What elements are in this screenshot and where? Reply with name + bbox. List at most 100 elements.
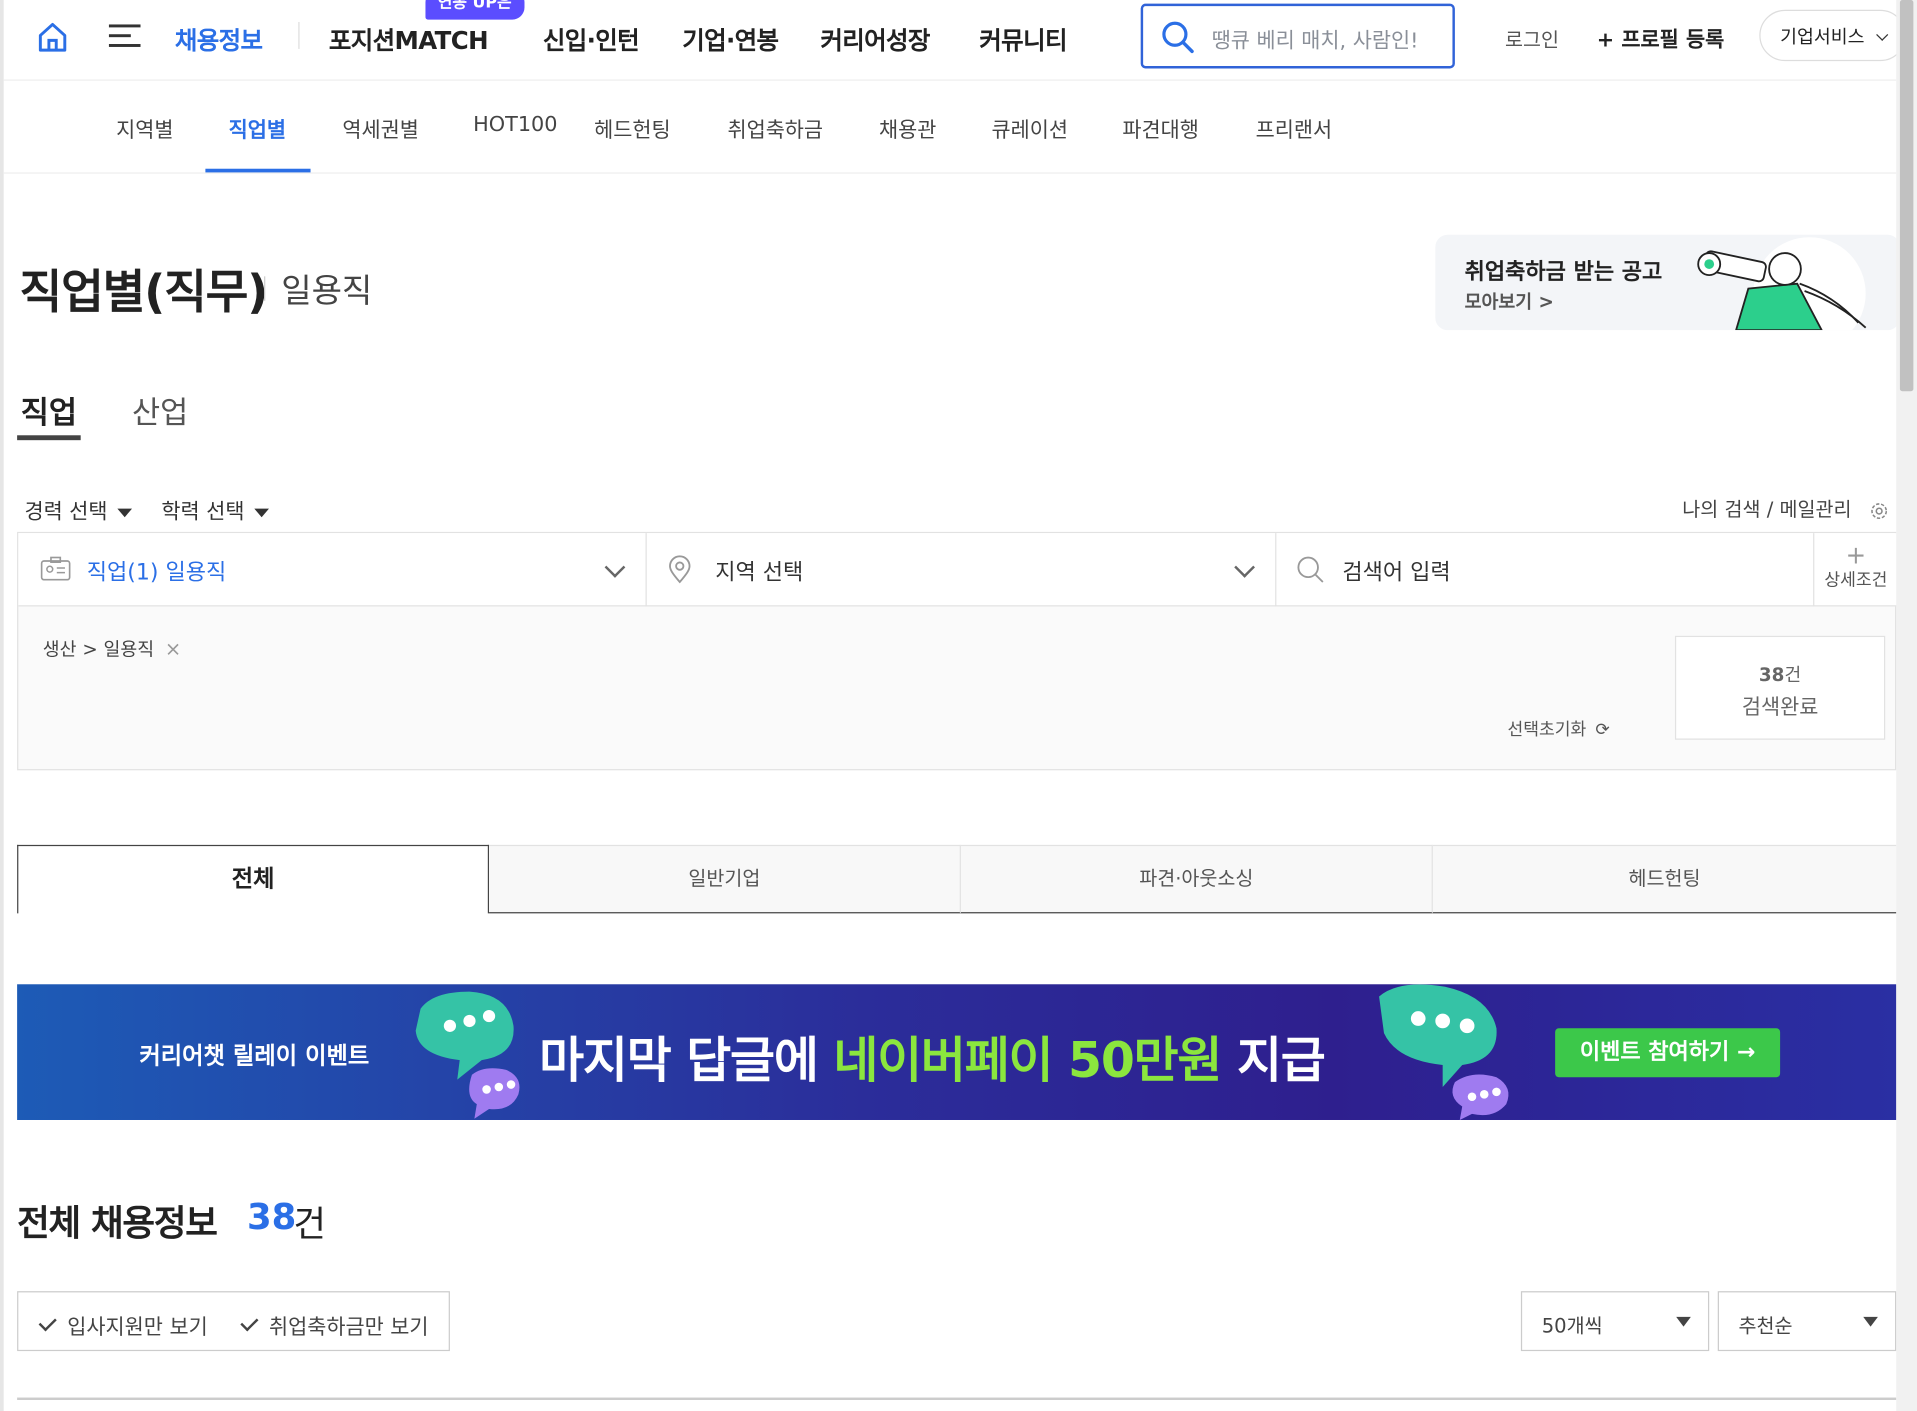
- tab-headhunting[interactable]: 헤드헌팅: [1432, 844, 1897, 914]
- global-search[interactable]: 땡큐 베리 매치, 사람인!: [1140, 3, 1455, 69]
- check-icon: [240, 1313, 259, 1332]
- salary-up-badge: 연봉 UP은: [425, 0, 524, 20]
- chevron-down-icon: [1875, 28, 1888, 41]
- scrollbar-thumb[interactable]: [1899, 0, 1914, 392]
- keyword-input[interactable]: 검색어 입력: [1276, 533, 1815, 607]
- home-icon[interactable]: [35, 20, 69, 54]
- active-tab-underline: [205, 168, 311, 173]
- result-count-unit: 건: [1784, 663, 1802, 686]
- chat-bubble-icon: [415, 991, 520, 1119]
- vertical-scrollbar[interactable]: [1896, 0, 1917, 1411]
- business-service-button[interactable]: 기업서비스: [1759, 9, 1907, 62]
- celebration-bonus-promo[interactable]: 취업축하금 받는 공고 모아보기 >: [1435, 234, 1900, 331]
- chevron-down-icon: [604, 556, 626, 578]
- event-banner[interactable]: 커리어챗 릴레이 이벤트 마지막 답글에 네이버페이 50만원 지급 이벤트 참…: [17, 984, 1897, 1120]
- banner-headline-a: 마지막 답글에: [539, 1033, 834, 1090]
- nav-company-salary[interactable]: 기업·연봉: [682, 21, 779, 56]
- selected-chip[interactable]: 생산 > 일용직 ×: [43, 636, 182, 662]
- reset-label: 선택초기화: [1507, 720, 1587, 740]
- banner-headline-c: 지급: [1221, 1033, 1326, 1090]
- region-select[interactable]: 지역 선택: [647, 533, 1277, 607]
- hamburger-menu-icon[interactable]: [108, 22, 141, 49]
- selected-chip-label: 생산 > 일용직: [42, 638, 155, 661]
- detail-conditions-button[interactable]: + 상세조건: [1816, 543, 1897, 592]
- plus-icon: +: [1845, 540, 1867, 570]
- job-card-icon: [40, 556, 71, 581]
- bonus-only-checkbox[interactable]: 취업축하금만 보기: [240, 1310, 429, 1341]
- bonus-only-label: 취업축하금만 보기: [268, 1315, 429, 1341]
- tab-dispatch-outsourcing[interactable]: 파견·아웃소싱: [960, 844, 1433, 914]
- my-search-mail-link[interactable]: 나의 검색 / 메일관리: [1682, 493, 1889, 522]
- keyword-placeholder: 검색어 입력: [1342, 559, 1451, 586]
- per-page-select[interactable]: 50개씩: [1520, 1291, 1710, 1352]
- caret-down-icon: [254, 508, 269, 517]
- login-link[interactable]: 로그인: [1505, 23, 1559, 52]
- career-filter[interactable]: 경력 선택: [24, 494, 133, 525]
- promo-link[interactable]: 모아보기 >: [1465, 289, 1554, 315]
- caret-down-icon: [1863, 1316, 1878, 1327]
- nav-community[interactable]: 커뮤니티: [979, 21, 1067, 56]
- profile-register-link[interactable]: + 프로필 등록: [1597, 22, 1724, 52]
- list-divider: [17, 1397, 1897, 1400]
- sort-select[interactable]: 추천순: [1717, 1291, 1897, 1352]
- search-criteria-row: 직업(1) 일용직 지역 선택 검색어 입력 + 상세조건: [18, 533, 1898, 607]
- nav-newcomer-intern[interactable]: 신입·인턴: [543, 21, 640, 56]
- apply-only-checkbox[interactable]: 입사지원만 보기: [38, 1310, 208, 1341]
- tab-job[interactable]: 직업: [21, 389, 77, 433]
- gear-icon[interactable]: [1868, 499, 1890, 521]
- business-service-label: 기업서비스: [1780, 25, 1865, 48]
- close-icon[interactable]: ×: [165, 637, 181, 660]
- subnav-curation[interactable]: 큐레이션: [992, 112, 1068, 143]
- subnav-dispatch[interactable]: 파견대행: [1122, 112, 1198, 143]
- page-subtitle: 일용직: [281, 272, 373, 311]
- chat-bubble-icon: [1379, 984, 1509, 1120]
- search-icon[interactable]: [1160, 20, 1194, 54]
- search-placeholder: 땡큐 베리 매치, 사람인!: [1211, 29, 1419, 54]
- job-select[interactable]: 직업(1) 일용직: [18, 533, 647, 607]
- results-title: 전체 채용정보: [17, 1201, 218, 1244]
- tab-general-company[interactable]: 일반기업: [489, 844, 961, 914]
- filter-checkbox-group: 입사지원만 보기 취업축하금만 보기: [17, 1291, 450, 1352]
- subnav-recruit-hall[interactable]: 채용관: [879, 112, 936, 143]
- subnav-freelancer[interactable]: 프리랜서: [1256, 112, 1332, 143]
- company-type-tabs: 전체 일반기업 파견·아웃소싱 헤드헌팅: [17, 844, 1897, 914]
- apply-only-label: 입사지원만 보기: [67, 1315, 208, 1341]
- search-complete-label: 검색완료: [1741, 695, 1819, 721]
- title-separator: [264, 276, 266, 301]
- caret-down-icon: [117, 508, 133, 517]
- banner-headline-highlight: 네이버페이 50만원: [833, 1033, 1222, 1090]
- nav-position-match[interactable]: 포지션MATCH: [329, 21, 489, 56]
- subnav-headhunting[interactable]: 헤드헌팅: [594, 112, 670, 143]
- education-filter-label: 학력 선택: [161, 500, 245, 525]
- event-join-button[interactable]: 이벤트 참여하기 →: [1555, 1028, 1781, 1078]
- result-count: 38: [1758, 663, 1785, 686]
- nav-career-growth[interactable]: 커리어성장: [820, 21, 930, 56]
- job-search-panel: 직업(1) 일용직 지역 선택 검색어 입력 + 상세조건 생산 > 일용직 ×…: [17, 531, 1898, 771]
- subnav-celebration-bonus[interactable]: 취업축하금: [727, 112, 823, 143]
- subnav-job[interactable]: 직업별: [229, 112, 286, 143]
- tab-industry[interactable]: 산업: [132, 389, 188, 433]
- page-title: 직업별(직무): [19, 265, 269, 320]
- detail-conditions-label: 상세조건: [1824, 571, 1888, 591]
- search-complete-button[interactable]: 38건 검색완료: [1674, 635, 1886, 740]
- subnav-region[interactable]: 지역별: [116, 112, 173, 143]
- binoculars-illustration-icon: [1697, 237, 1867, 331]
- nav-separator: [298, 22, 300, 49]
- subnav-station[interactable]: 역세권별: [342, 112, 418, 143]
- job-tab-underline: [17, 435, 81, 441]
- banner-event-name: 커리어챗 릴레이 이벤트: [139, 1042, 370, 1070]
- sub-navigation: 지역별 직업별 역세권별 HOT100 헤드헌팅 취업축하금 채용관 큐레이션 …: [3, 81, 1897, 174]
- reset-selection-button[interactable]: 선택초기화 ⟳: [1507, 717, 1609, 741]
- subnav-hot100[interactable]: HOT100: [473, 112, 557, 136]
- sort-value: 추천순: [1738, 1314, 1793, 1338]
- education-filter[interactable]: 학력 선택: [161, 494, 269, 525]
- top-navigation: 채용정보 포지션MATCH 연봉 UP은 신입·인턴 기업·연봉 커리어성장 커…: [3, 0, 1907, 81]
- region-select-value: 지역 선택: [715, 559, 804, 586]
- results-count-unit: 건: [293, 1203, 327, 1245]
- career-filter-label: 경력 선택: [24, 500, 108, 525]
- tab-all[interactable]: 전체: [17, 844, 490, 914]
- results-count: 38: [246, 1195, 297, 1238]
- nav-recruit-info[interactable]: 채용정보: [175, 21, 263, 56]
- banner-headline: 마지막 답글에 네이버페이 50만원 지급: [539, 1021, 1326, 1092]
- window-edge: [0, 0, 4, 1411]
